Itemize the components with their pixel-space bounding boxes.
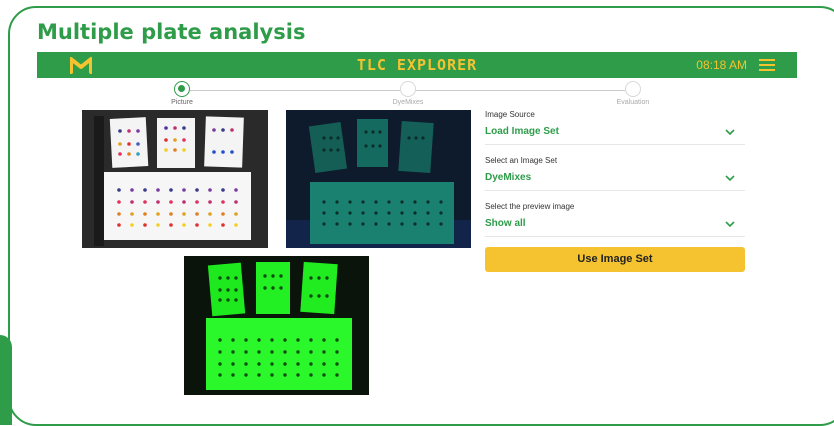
step-dyemixes-label: DyeMixes	[392, 99, 424, 106]
preview-image-label: Select the preview image	[485, 202, 575, 211]
step-picture-indicator[interactable]	[174, 81, 190, 97]
image-set-value: DyeMixes	[485, 172, 532, 183]
image-set-select[interactable]: DyeMixes	[485, 172, 745, 186]
stepper-line	[190, 90, 400, 91]
progress-stepper: Picture DyeMixes Evaluation	[0, 78, 834, 108]
uv254-preview[interactable]	[286, 110, 471, 248]
step-dyemixes-indicator[interactable]	[400, 81, 416, 97]
preview-image-value: Show all	[485, 218, 526, 229]
step-evaluation-indicator[interactable]	[625, 81, 641, 97]
divider	[485, 236, 745, 237]
chevron-down-icon	[725, 221, 735, 228]
slide-title: Multiple plate analysis	[37, 20, 306, 44]
use-image-set-button[interactable]: Use Image Set	[485, 247, 745, 272]
fluorescence-preview[interactable]	[184, 256, 369, 395]
preview-image-select[interactable]: Show all	[485, 218, 745, 232]
step-picture-label: Picture	[171, 99, 193, 106]
image-set-form: Image Source Load Image Set Select an Im…	[485, 110, 745, 248]
decorative-corner	[0, 335, 12, 425]
clock-time: 08:18 AM	[696, 58, 747, 72]
divider	[485, 190, 745, 191]
white-light-preview[interactable]	[82, 110, 268, 248]
app-bar: TLC EXPLORER 08:18 AM	[37, 52, 797, 78]
image-source-value: Load Image Set	[485, 126, 559, 137]
stepper-line	[415, 90, 625, 91]
image-set-label: Select an Image Set	[485, 156, 558, 165]
divider	[485, 144, 745, 145]
app-title: TLC EXPLORER	[356, 56, 478, 74]
chevron-down-icon	[725, 129, 735, 136]
hamburger-menu-icon[interactable]	[759, 59, 775, 71]
image-source-label: Image Source	[485, 110, 535, 119]
chevron-down-icon	[725, 175, 735, 182]
image-source-select[interactable]: Load Image Set	[485, 126, 745, 140]
step-evaluation-label: Evaluation	[616, 99, 650, 106]
